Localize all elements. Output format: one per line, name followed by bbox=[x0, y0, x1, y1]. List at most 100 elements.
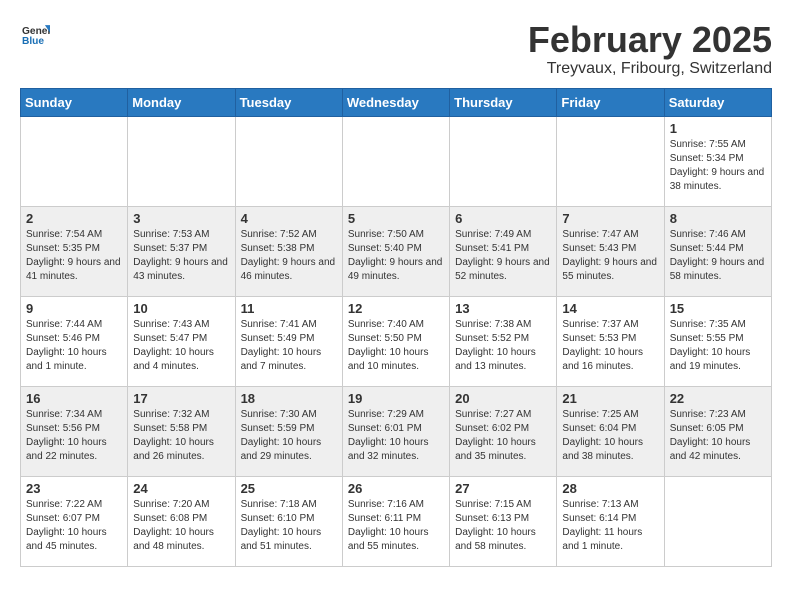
day-number: 25 bbox=[241, 481, 337, 496]
week-row-2: 2 Sunrise: 7:54 AM Sunset: 5:35 PM Daylig… bbox=[21, 206, 772, 296]
day-number: 16 bbox=[26, 391, 122, 406]
day-cell: 21 Sunrise: 7:25 AM Sunset: 6:04 PM Dayli… bbox=[557, 386, 664, 476]
day-info: Sunrise: 7:23 AM Sunset: 6:05 PM Dayligh… bbox=[670, 408, 766, 464]
day-number: 5 bbox=[348, 211, 444, 226]
day-cell: 10 Sunrise: 7:43 AM Sunset: 5:47 PM Dayli… bbox=[128, 296, 235, 386]
svg-text:General: General bbox=[22, 26, 50, 37]
day-info: Sunrise: 7:25 AM Sunset: 6:04 PM Dayligh… bbox=[562, 408, 658, 464]
day-info: Sunrise: 7:40 AM Sunset: 5:50 PM Dayligh… bbox=[348, 318, 444, 374]
day-info: Sunrise: 7:20 AM Sunset: 6:08 PM Dayligh… bbox=[133, 498, 229, 554]
day-number: 12 bbox=[348, 301, 444, 316]
week-row-1: 1 Sunrise: 7:55 AM Sunset: 5:34 PM Daylig… bbox=[21, 116, 772, 206]
day-cell bbox=[557, 116, 664, 206]
day-info: Sunrise: 7:32 AM Sunset: 5:58 PM Dayligh… bbox=[133, 408, 229, 464]
col-header-thursday: Thursday bbox=[450, 88, 557, 116]
col-header-saturday: Saturday bbox=[664, 88, 771, 116]
day-cell: 24 Sunrise: 7:20 AM Sunset: 6:08 PM Dayli… bbox=[128, 476, 235, 566]
day-number: 4 bbox=[241, 211, 337, 226]
day-cell: 9 Sunrise: 7:44 AM Sunset: 5:46 PM Daylig… bbox=[21, 296, 128, 386]
day-cell: 5 Sunrise: 7:50 AM Sunset: 5:40 PM Daylig… bbox=[342, 206, 449, 296]
day-number: 21 bbox=[562, 391, 658, 406]
day-info: Sunrise: 7:37 AM Sunset: 5:53 PM Dayligh… bbox=[562, 318, 658, 374]
day-cell: 4 Sunrise: 7:52 AM Sunset: 5:38 PM Daylig… bbox=[235, 206, 342, 296]
day-info: Sunrise: 7:16 AM Sunset: 6:11 PM Dayligh… bbox=[348, 498, 444, 554]
col-header-tuesday: Tuesday bbox=[235, 88, 342, 116]
day-cell bbox=[235, 116, 342, 206]
page-header: General Blue February 2025 Treyvaux, Fri… bbox=[20, 20, 772, 78]
day-cell: 12 Sunrise: 7:40 AM Sunset: 5:50 PM Dayli… bbox=[342, 296, 449, 386]
day-number: 19 bbox=[348, 391, 444, 406]
title-area: February 2025 Treyvaux, Fribourg, Switze… bbox=[528, 20, 772, 78]
svg-text:Blue: Blue bbox=[22, 36, 44, 47]
day-cell: 6 Sunrise: 7:49 AM Sunset: 5:41 PM Daylig… bbox=[450, 206, 557, 296]
day-cell bbox=[128, 116, 235, 206]
day-number: 9 bbox=[26, 301, 122, 316]
day-info: Sunrise: 7:44 AM Sunset: 5:46 PM Dayligh… bbox=[26, 318, 122, 374]
day-info: Sunrise: 7:54 AM Sunset: 5:35 PM Dayligh… bbox=[26, 228, 122, 284]
header-row: SundayMondayTuesdayWednesdayThursdayFrid… bbox=[21, 88, 772, 116]
day-cell: 23 Sunrise: 7:22 AM Sunset: 6:07 PM Dayli… bbox=[21, 476, 128, 566]
day-cell: 1 Sunrise: 7:55 AM Sunset: 5:34 PM Daylig… bbox=[664, 116, 771, 206]
day-info: Sunrise: 7:50 AM Sunset: 5:40 PM Dayligh… bbox=[348, 228, 444, 284]
day-cell bbox=[450, 116, 557, 206]
day-info: Sunrise: 7:34 AM Sunset: 5:56 PM Dayligh… bbox=[26, 408, 122, 464]
day-info: Sunrise: 7:22 AM Sunset: 6:07 PM Dayligh… bbox=[26, 498, 122, 554]
day-info: Sunrise: 7:27 AM Sunset: 6:02 PM Dayligh… bbox=[455, 408, 551, 464]
day-cell: 25 Sunrise: 7:18 AM Sunset: 6:10 PM Dayli… bbox=[235, 476, 342, 566]
day-info: Sunrise: 7:38 AM Sunset: 5:52 PM Dayligh… bbox=[455, 318, 551, 374]
day-info: Sunrise: 7:52 AM Sunset: 5:38 PM Dayligh… bbox=[241, 228, 337, 284]
day-info: Sunrise: 7:15 AM Sunset: 6:13 PM Dayligh… bbox=[455, 498, 551, 554]
day-info: Sunrise: 7:53 AM Sunset: 5:37 PM Dayligh… bbox=[133, 228, 229, 284]
col-header-sunday: Sunday bbox=[21, 88, 128, 116]
day-cell: 27Sunrise: 7:15 AM Sunset: 6:13 PM Dayli… bbox=[450, 476, 557, 566]
day-cell: 7Sunrise: 7:47 AM Sunset: 5:43 PM Daylig… bbox=[557, 206, 664, 296]
day-info: Sunrise: 7:30 AM Sunset: 5:59 PM Dayligh… bbox=[241, 408, 337, 464]
day-cell: 3 Sunrise: 7:53 AM Sunset: 5:37 PM Daylig… bbox=[128, 206, 235, 296]
day-info: Sunrise: 7:43 AM Sunset: 5:47 PM Dayligh… bbox=[133, 318, 229, 374]
day-cell bbox=[664, 476, 771, 566]
col-header-friday: Friday bbox=[557, 88, 664, 116]
day-number: 11 bbox=[241, 301, 337, 316]
day-number: 2 bbox=[26, 211, 122, 226]
day-cell: 17Sunrise: 7:32 AM Sunset: 5:58 PM Dayli… bbox=[128, 386, 235, 476]
week-row-4: 16 Sunrise: 7:34 AM Sunset: 5:56 PM Dayli… bbox=[21, 386, 772, 476]
day-number: 6 bbox=[455, 211, 551, 226]
day-number: 13 bbox=[455, 301, 551, 316]
day-cell: 13 Sunrise: 7:38 AM Sunset: 5:52 PM Dayli… bbox=[450, 296, 557, 386]
day-info: Sunrise: 7:29 AM Sunset: 6:01 PM Dayligh… bbox=[348, 408, 444, 464]
day-info: Sunrise: 7:55 AM Sunset: 5:34 PM Dayligh… bbox=[670, 138, 766, 194]
day-number: 10 bbox=[133, 301, 229, 316]
day-cell: 28Sunrise: 7:13 AM Sunset: 6:14 PM Dayli… bbox=[557, 476, 664, 566]
day-number: 3 bbox=[133, 211, 229, 226]
day-cell: 16 Sunrise: 7:34 AM Sunset: 5:56 PM Dayli… bbox=[21, 386, 128, 476]
week-row-5: 23 Sunrise: 7:22 AM Sunset: 6:07 PM Dayli… bbox=[21, 476, 772, 566]
day-cell: 11 Sunrise: 7:41 AM Sunset: 5:49 PM Dayli… bbox=[235, 296, 342, 386]
day-cell: 19 Sunrise: 7:29 AM Sunset: 6:01 PM Dayli… bbox=[342, 386, 449, 476]
day-number: 14 bbox=[562, 301, 658, 316]
week-row-3: 9 Sunrise: 7:44 AM Sunset: 5:46 PM Daylig… bbox=[21, 296, 772, 386]
col-header-monday: Monday bbox=[128, 88, 235, 116]
day-cell: 8Sunrise: 7:46 AM Sunset: 5:44 PM Daylig… bbox=[664, 206, 771, 296]
day-number: 15 bbox=[670, 301, 766, 316]
day-cell: 2 Sunrise: 7:54 AM Sunset: 5:35 PM Daylig… bbox=[21, 206, 128, 296]
day-cell: 26 Sunrise: 7:16 AM Sunset: 6:11 PM Dayli… bbox=[342, 476, 449, 566]
day-info: Sunrise: 7:47 AM Sunset: 5:43 PM Dayligh… bbox=[562, 228, 658, 284]
day-info: Sunrise: 7:18 AM Sunset: 6:10 PM Dayligh… bbox=[241, 498, 337, 554]
col-header-wednesday: Wednesday bbox=[342, 88, 449, 116]
day-number: 1 bbox=[670, 121, 766, 136]
day-info: Sunrise: 7:13 AM Sunset: 6:14 PM Dayligh… bbox=[562, 498, 658, 554]
day-cell: 18Sunrise: 7:30 AM Sunset: 5:59 PM Dayli… bbox=[235, 386, 342, 476]
day-cell bbox=[342, 116, 449, 206]
day-cell: 15Sunrise: 7:35 AM Sunset: 5:55 PM Dayli… bbox=[664, 296, 771, 386]
day-cell: 14 Sunrise: 7:37 AM Sunset: 5:53 PM Dayli… bbox=[557, 296, 664, 386]
calendar-table: SundayMondayTuesdayWednesdayThursdayFrid… bbox=[20, 88, 772, 567]
day-info: Sunrise: 7:41 AM Sunset: 5:49 PM Dayligh… bbox=[241, 318, 337, 374]
day-number: 20 bbox=[455, 391, 551, 406]
day-info: Sunrise: 7:46 AM Sunset: 5:44 PM Dayligh… bbox=[670, 228, 766, 284]
day-info: Sunrise: 7:49 AM Sunset: 5:41 PM Dayligh… bbox=[455, 228, 551, 284]
day-number: 26 bbox=[348, 481, 444, 496]
day-cell: 22Sunrise: 7:23 AM Sunset: 6:05 PM Dayli… bbox=[664, 386, 771, 476]
day-number: 24 bbox=[133, 481, 229, 496]
day-number: 23 bbox=[26, 481, 122, 496]
logo: General Blue bbox=[20, 20, 50, 53]
